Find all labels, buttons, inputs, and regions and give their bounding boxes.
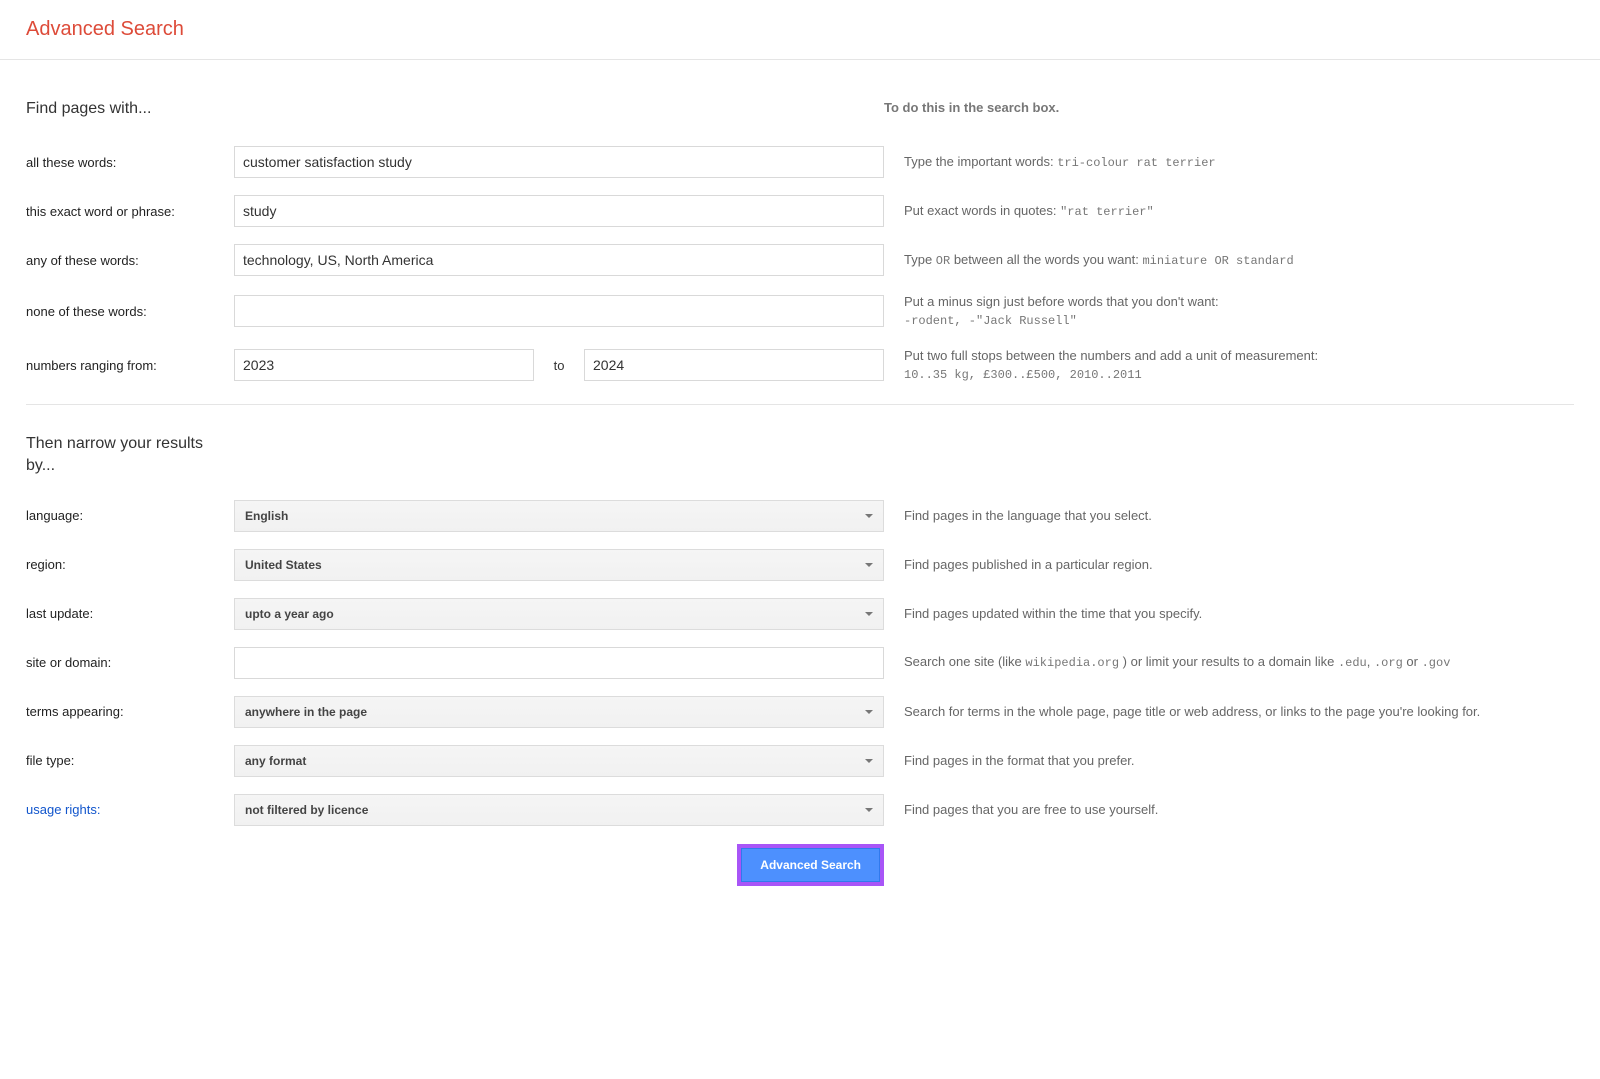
row-usage: usage rights: not filtered by licence Fi… [26, 794, 1574, 826]
input-none-words[interactable] [234, 295, 884, 327]
hint-usage: Find pages that you are free to use your… [884, 801, 1574, 819]
range-to-label: to [534, 358, 584, 373]
advanced-search-button[interactable]: Advanced Search [741, 848, 880, 882]
dropdown-last-update-value: upto a year ago [245, 607, 334, 621]
input-site[interactable] [234, 647, 884, 679]
input-all-words[interactable] [234, 146, 884, 178]
hint-range-code: 10..35 kg, £300..£500, 2010..2011 [904, 368, 1142, 382]
hint-all-words: Type the important words: tri-colour rat… [884, 153, 1574, 172]
hint-terms: Search for terms in the whole page, page… [884, 703, 1574, 721]
hint-any-words: Type OR between all the words you want: … [884, 251, 1574, 270]
row-none-words: none of these words: Put a minus sign ju… [26, 293, 1574, 330]
section-divider [26, 404, 1574, 405]
page-title: Advanced Search [26, 18, 1574, 41]
hint-none-words-line1: Put a minus sign just before words that … [904, 294, 1219, 309]
row-range: numbers ranging from: to Put two full st… [26, 347, 1574, 384]
hint-site-code3: .org [1374, 656, 1403, 670]
hint-any-words-code1: OR [936, 254, 950, 268]
section-find-hint: To do this in the search box. [884, 100, 1574, 118]
hint-filetype: Find pages in the format that you prefer… [884, 752, 1574, 770]
label-none-words: none of these words: [26, 304, 234, 319]
dropdown-terms-value: anywhere in the page [245, 705, 367, 719]
row-filetype: file type: any format Find pages in the … [26, 745, 1574, 777]
label-last-update: last update: [26, 606, 234, 621]
row-any-words: any of these words: Type OR between all … [26, 244, 1574, 276]
label-range: numbers ranging from: [26, 358, 234, 373]
row-all-words: all these words: Type the important word… [26, 146, 1574, 178]
hint-any-words-code2: miniature OR standard [1142, 254, 1293, 268]
dropdown-region-value: United States [245, 558, 322, 572]
row-terms: terms appearing: anywhere in the page Se… [26, 696, 1574, 728]
hint-exact: Put exact words in quotes: "rat terrier" [884, 202, 1574, 221]
label-language: language: [26, 508, 234, 523]
input-any-words[interactable] [234, 244, 884, 276]
dropdown-usage[interactable]: not filtered by licence [234, 794, 884, 826]
label-any-words: any of these words: [26, 253, 234, 268]
section-find-title: Find pages with... [26, 100, 884, 118]
dropdown-filetype[interactable]: any format [234, 745, 884, 777]
input-exact[interactable] [234, 195, 884, 227]
label-region: region: [26, 557, 234, 572]
hint-site-prefix: Search one site (like [904, 654, 1025, 669]
input-range-from[interactable] [234, 349, 534, 381]
hint-site-middle: ) or limit your results to a domain like [1119, 654, 1338, 669]
input-range-to[interactable] [584, 349, 884, 381]
dropdown-language-value: English [245, 509, 288, 523]
hint-site-sep2: or [1403, 654, 1422, 669]
hint-site: Search one site (like wikipedia.org ) or… [884, 653, 1574, 672]
hint-exact-text: Put exact words in quotes: [904, 203, 1060, 218]
hint-site-code2: .edu [1338, 656, 1367, 670]
label-site: site or domain: [26, 655, 234, 670]
hint-any-words-middle: between all the words you want: [950, 252, 1142, 267]
dropdown-usage-value: not filtered by licence [245, 803, 368, 817]
row-last-update: last update: upto a year ago Find pages … [26, 598, 1574, 630]
row-region: region: United States Find pages publish… [26, 549, 1574, 581]
hint-none-words: Put a minus sign just before words that … [884, 293, 1574, 330]
hint-range: Put two full stops between the numbers a… [884, 347, 1574, 384]
section-find-header: Find pages with... To do this in the sea… [26, 60, 1574, 146]
content-area: Find pages with... To do this in the sea… [0, 60, 1600, 926]
label-all-words: all these words: [26, 155, 234, 170]
hint-range-line1: Put two full stops between the numbers a… [904, 348, 1318, 363]
hint-site-sep1: , [1367, 654, 1374, 669]
hint-site-code4: .gov [1422, 656, 1451, 670]
hint-last-update: Find pages updated within the time that … [884, 605, 1574, 623]
dropdown-terms[interactable]: anywhere in the page [234, 696, 884, 728]
section-narrow-title: Then narrow your results by... [26, 405, 234, 500]
dropdown-region[interactable]: United States [234, 549, 884, 581]
hint-all-words-text: Type the important words: [904, 154, 1057, 169]
hint-all-words-code: tri-colour rat terrier [1057, 156, 1215, 170]
row-site: site or domain: Search one site (like wi… [26, 647, 1574, 679]
hint-region: Find pages published in a particular reg… [884, 556, 1574, 574]
hint-exact-code: "rat terrier" [1060, 205, 1154, 219]
page-header: Advanced Search [0, 0, 1600, 60]
row-exact: this exact word or phrase: Put exact wor… [26, 195, 1574, 227]
hint-none-words-code: -rodent, -"Jack Russell" [904, 314, 1077, 328]
dropdown-language[interactable]: English [234, 500, 884, 532]
submit-highlight: Advanced Search [737, 844, 884, 886]
label-terms: terms appearing: [26, 704, 234, 719]
dropdown-filetype-value: any format [245, 754, 306, 768]
label-exact: this exact word or phrase: [26, 204, 234, 219]
label-filetype: file type: [26, 753, 234, 768]
submit-row: Advanced Search [26, 844, 884, 886]
label-usage[interactable]: usage rights: [26, 802, 234, 817]
dropdown-last-update[interactable]: upto a year ago [234, 598, 884, 630]
row-language: language: English Find pages in the lang… [26, 500, 1574, 532]
hint-site-code1: wikipedia.org [1025, 656, 1119, 670]
hint-any-words-prefix: Type [904, 252, 936, 267]
hint-language: Find pages in the language that you sele… [884, 507, 1574, 525]
